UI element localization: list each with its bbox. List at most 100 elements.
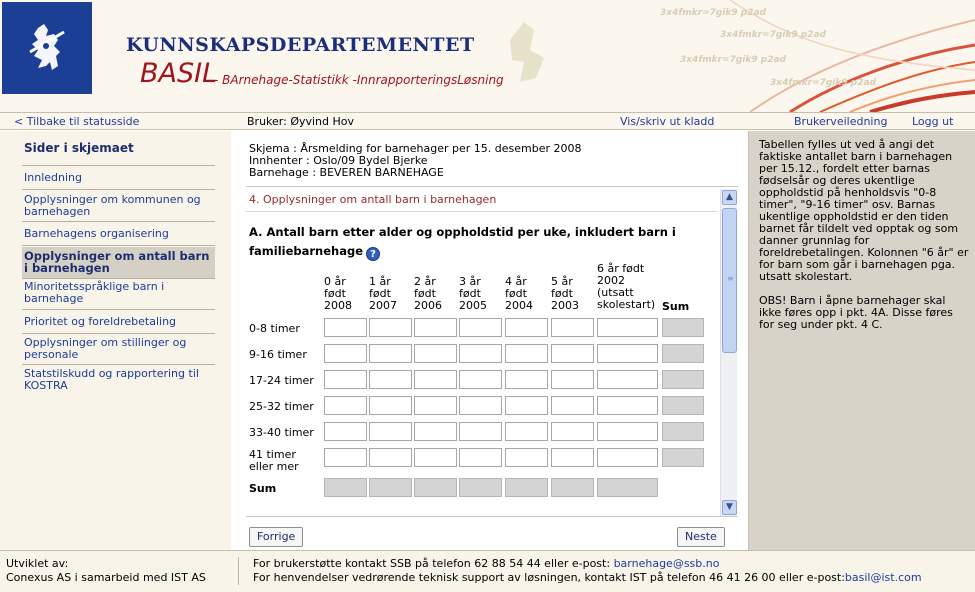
divider: [22, 221, 215, 222]
count-input-r0-c5[interactable]: [551, 318, 594, 337]
count-input-r5-c3[interactable]: [459, 448, 502, 467]
count-input-r1-c3[interactable]: [459, 344, 502, 363]
column-header-3: 3 år født 2005: [459, 275, 487, 312]
divider: [22, 165, 215, 166]
sidebar-item-prioritet[interactable]: Prioritet og foreldrebetaling: [24, 316, 214, 328]
user-guide-link[interactable]: Brukerveiledning: [794, 115, 887, 128]
back-to-status-link[interactable]: < Tilbake til statusside: [14, 115, 139, 128]
count-input-r4-c3[interactable]: [459, 422, 502, 441]
count-input-r2-c1[interactable]: [369, 370, 412, 389]
count-input-r5-c1[interactable]: [369, 448, 412, 467]
count-input-r0-c2[interactable]: [414, 318, 457, 337]
help-paragraph: OBS! Barn i åpne barnehager skal ikke fø…: [759, 294, 953, 331]
support-text: For brukerstøtte kontakt SSB på telefon …: [253, 557, 611, 570]
count-input-r2-c4[interactable]: [505, 370, 548, 389]
row-label-17-24: 17-24 timer: [249, 374, 314, 387]
divider: [22, 189, 215, 190]
deco-code-text: 3x4fmkr=7gik9 p2ad: [770, 78, 876, 88]
count-input-r5-c5[interactable]: [551, 448, 594, 467]
count-input-r5-c2[interactable]: [414, 448, 457, 467]
sidebar-item-stillinger[interactable]: Opplysninger om stillinger og personale: [24, 337, 214, 361]
column-header-1: 1 år født 2007: [369, 275, 397, 312]
scrollbar-thumb[interactable]: ≡: [722, 208, 737, 353]
count-input-r3-c0[interactable]: [324, 396, 367, 415]
logout-link[interactable]: Logg ut: [912, 115, 953, 128]
main-content: Skjema : Årsmelding for barnehager per 1…: [231, 131, 748, 550]
count-input-r0-c4[interactable]: [505, 318, 548, 337]
count-input-r0-c1[interactable]: [369, 318, 412, 337]
count-input-r1-c1[interactable]: [369, 344, 412, 363]
scroll-down-arrow-icon[interactable]: ▼: [722, 500, 737, 515]
count-input-r5-c0[interactable]: [324, 448, 367, 467]
sidebar-item-organisering[interactable]: Barnehagens organisering: [24, 228, 214, 240]
app-subtitle: - BArnehage-Statistikk -Innrapporterings…: [214, 73, 504, 87]
count-input-r0-c6[interactable]: [597, 318, 658, 337]
count-input-r0-c3[interactable]: [459, 318, 502, 337]
header-decoration: 3x4fmkr=7gik9 p2ad 3x4fmkr=7gik9 p2ad 3x…: [490, 0, 975, 112]
column-header-2: 2 år født 2006: [414, 275, 442, 312]
count-input-r0-c0[interactable]: [324, 318, 367, 337]
count-input-r3-c5[interactable]: [551, 396, 594, 415]
row-sum-field: [662, 396, 704, 415]
count-input-r3-c6[interactable]: [597, 396, 658, 415]
count-input-r2-c6[interactable]: [597, 370, 658, 389]
row-sum-field: [662, 422, 704, 441]
scroll-up-arrow-icon[interactable]: ▲: [722, 190, 737, 205]
kindergarten-line: Barnehage : BEVEREN BARNEHAGE: [249, 166, 444, 179]
column-sum-field: [505, 478, 548, 497]
row-label-25-32: 25-32 timer: [249, 400, 314, 413]
row-sum-field: [662, 370, 704, 389]
support-email-link[interactable]: barnehage@ssb.no: [614, 557, 720, 570]
count-input-r3-c4[interactable]: [505, 396, 548, 415]
schema-info: Skjema : Årsmelding for barnehager per 1…: [249, 143, 582, 179]
column-header-5: 5 år født 2003: [551, 275, 579, 312]
page-header: KUNNSKAPSDEPARTEMENTET BASIL - BArnehage…: [0, 0, 975, 112]
count-input-r1-c2[interactable]: [414, 344, 457, 363]
sidebar-item-innledning[interactable]: Innledning: [24, 172, 214, 184]
column-header-6: 6 år født 2002 (utsatt skolestart): [597, 262, 656, 311]
sidebar-item-antall-barn[interactable]: Opplysninger om antall barn i barnehagen: [24, 250, 214, 274]
tech-email-link[interactable]: basil@ist.com: [845, 571, 922, 584]
count-input-r1-c5[interactable]: [551, 344, 594, 363]
row-label-33-40: 33-40 timer: [249, 426, 314, 439]
sidebar-item-minoritetssprakl[interactable]: Minoritetsspråklige barn i barnehage: [24, 281, 214, 305]
sidebar-title: Sider i skjemaet: [24, 141, 134, 155]
page-navigation-sidebar: Sider i skjemaet Innledning Opplysninger…: [0, 131, 231, 550]
count-input-r4-c4[interactable]: [505, 422, 548, 441]
form-scrollbar[interactable]: ▲ ≡ ▼: [720, 189, 737, 516]
count-input-r1-c6[interactable]: [597, 344, 658, 363]
count-input-r1-c0[interactable]: [324, 344, 367, 363]
sidebar-item-statstilskudd[interactable]: Statstilskudd og rapportering til KOSTRA: [24, 368, 214, 392]
row-label-9-16: 9-16 timer: [249, 348, 307, 361]
sidebar-item-kommunen[interactable]: Opplysninger om kommunen og barnehagen: [24, 194, 214, 218]
divider: [246, 211, 718, 212]
count-input-r3-c2[interactable]: [414, 396, 457, 415]
row-label-41-plus: 41 timer eller mer: [249, 448, 299, 473]
count-input-r2-c2[interactable]: [414, 370, 457, 389]
column-header-0: 0 år født 2008: [324, 275, 352, 312]
row-sum-field: [662, 318, 704, 337]
count-input-r5-c6[interactable]: [597, 448, 658, 467]
count-input-r2-c5[interactable]: [551, 370, 594, 389]
count-input-r4-c0[interactable]: [324, 422, 367, 441]
divider: [238, 557, 239, 585]
count-input-r4-c5[interactable]: [551, 422, 594, 441]
count-input-r5-c4[interactable]: [505, 448, 548, 467]
count-input-r2-c0[interactable]: [324, 370, 367, 389]
previous-button[interactable]: Forrige: [249, 527, 304, 547]
count-input-r3-c3[interactable]: [459, 396, 502, 415]
question-icon[interactable]: ?: [366, 247, 381, 261]
count-input-r3-c1[interactable]: [369, 396, 412, 415]
next-button[interactable]: Neste: [677, 527, 725, 547]
column-sum-field: [551, 478, 594, 497]
count-input-r4-c1[interactable]: [369, 422, 412, 441]
divider: [22, 364, 215, 365]
view-print-draft-link[interactable]: Vis/skriv ut kladd: [620, 115, 714, 128]
count-input-r4-c2[interactable]: [414, 422, 457, 441]
tech-support-text: For henvendelser vedrørende teknisk supp…: [253, 571, 845, 584]
count-input-r1-c4[interactable]: [505, 344, 548, 363]
row-sum-field: [662, 448, 704, 467]
count-input-r4-c6[interactable]: [597, 422, 658, 441]
divider: [22, 333, 215, 334]
count-input-r2-c3[interactable]: [459, 370, 502, 389]
